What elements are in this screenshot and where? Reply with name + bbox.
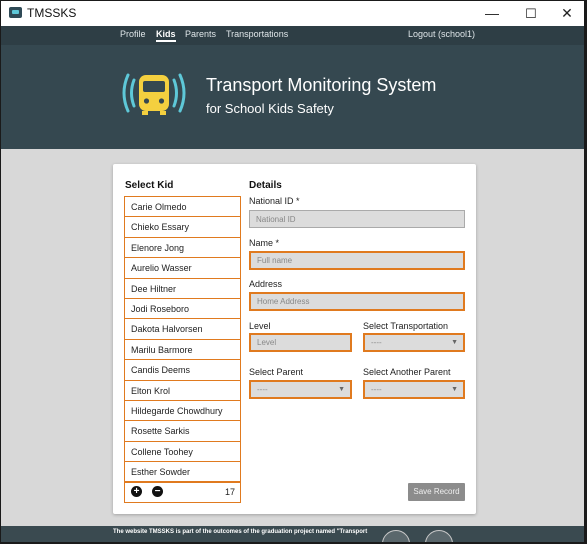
address-label: Address	[249, 279, 283, 289]
parent-select[interactable]: ---- ▼	[249, 380, 352, 399]
details-heading: Details	[249, 180, 282, 191]
name-label: Name *	[249, 238, 280, 248]
hero-title: Transport Monitoring System	[206, 75, 437, 95]
name-input[interactable]	[249, 251, 465, 270]
level-input[interactable]	[249, 333, 352, 352]
dropdown-arrow-icon: ▼	[451, 386, 458, 393]
transportation-select[interactable]: ---- ▼	[363, 333, 465, 352]
kid-list[interactable]: Carie Olmedo Chieko Essary Elenore Jong …	[124, 196, 241, 483]
list-item[interactable]: Carie Olmedo	[125, 197, 240, 218]
add-kid-button[interactable]: +	[131, 486, 142, 497]
app-icon	[9, 7, 22, 18]
dropdown-arrow-icon: ▼	[451, 339, 458, 346]
close-button[interactable]: ✕	[548, 1, 584, 26]
level-label: Level	[249, 321, 271, 331]
window-title: TMSSKS	[27, 6, 77, 20]
list-item[interactable]: Dee Hiltner	[125, 279, 240, 299]
university-logo-icon	[382, 530, 410, 542]
hero-banner: Transport Monitoring System for School K…	[1, 45, 584, 149]
national-id-label: National ID *	[249, 196, 300, 206]
kid-form-card: Select Kid Carie Olmedo Chieko Essary El…	[113, 164, 476, 514]
list-item[interactable]: Jodi Roseboro	[125, 299, 240, 320]
footer-text: The website TMSSKS is part of the outcom…	[113, 529, 368, 535]
transportation-value: ----	[371, 338, 382, 347]
top-nav: Profile Kids Parents Transportations Log…	[1, 26, 584, 45]
maximize-button[interactable]: ☐	[512, 1, 550, 26]
nav-parents[interactable]: Parents	[185, 29, 216, 39]
nav-kids[interactable]: Kids	[156, 29, 176, 42]
app-window: TMSSKS — ☐ ✕ Profile Kids Parents Transp…	[1, 1, 584, 542]
list-item[interactable]: Aurelio Wasser	[125, 258, 240, 279]
list-item[interactable]: Marilu Barmore	[125, 340, 240, 361]
select-kid-heading: Select Kid	[125, 180, 174, 191]
site-footer: The website TMSSKS is part of the outcom…	[1, 526, 584, 542]
another-parent-value: ----	[371, 385, 382, 394]
list-item[interactable]: Esther Sowder	[125, 462, 240, 482]
faculty-logo-icon	[425, 530, 453, 542]
bus-signal-icon	[122, 73, 186, 115]
list-item[interactable]: Elton Krol	[125, 381, 240, 401]
another-parent-select[interactable]: ---- ▼	[363, 380, 465, 399]
nav-profile[interactable]: Profile	[120, 29, 146, 39]
hero-subtitle: for School Kids Safety	[206, 101, 334, 116]
nav-transportations[interactable]: Transportations	[226, 29, 288, 39]
list-item[interactable]: Dakota Halvorsen	[125, 319, 240, 340]
address-input[interactable]	[249, 292, 465, 311]
list-item[interactable]: Elenore Jong	[125, 238, 240, 259]
list-item[interactable]: Hildegarde Chowdhury	[125, 401, 240, 422]
another-parent-label: Select Another Parent	[363, 367, 451, 377]
list-item[interactable]: Collene Toohey	[125, 442, 240, 463]
minimize-button[interactable]: —	[473, 1, 511, 26]
list-item[interactable]: Rosette Sarkis	[125, 421, 240, 442]
list-item[interactable]: Candis Deems	[125, 360, 240, 381]
logout-link[interactable]: Logout (school1)	[408, 29, 475, 39]
parent-label: Select Parent	[249, 367, 304, 377]
title-bar: TMSSKS — ☐ ✕	[1, 1, 584, 26]
list-item[interactable]: Chieko Essary	[125, 217, 240, 238]
national-id-input[interactable]	[249, 210, 465, 228]
kid-count: 17	[224, 487, 235, 497]
kid-list-footer: + − 17	[124, 482, 241, 503]
parent-value: ----	[257, 385, 268, 394]
transportation-label: Select Transportation	[363, 321, 449, 331]
save-record-button[interactable]: Save Record	[408, 483, 465, 501]
dropdown-arrow-icon: ▼	[338, 386, 345, 393]
remove-kid-button[interactable]: −	[152, 486, 163, 497]
